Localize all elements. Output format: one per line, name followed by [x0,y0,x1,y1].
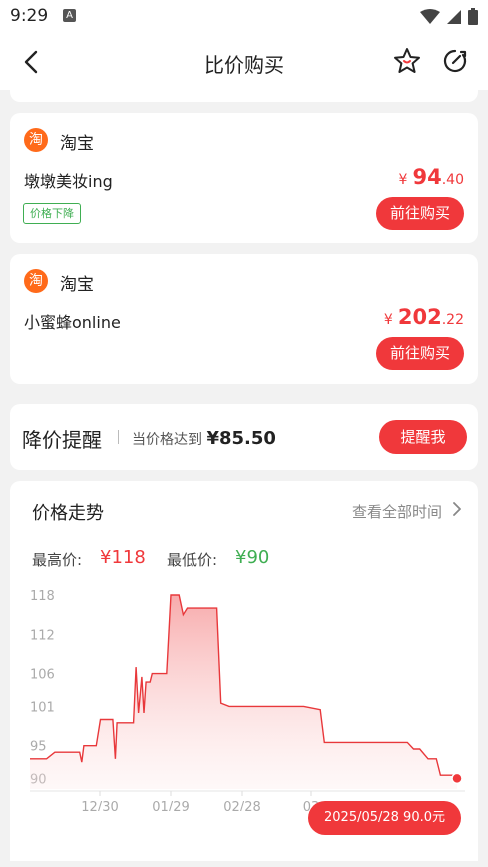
divider [118,430,119,444]
price-trend-chart[interactable]: 1181121061019590 12/3001/2902/2803 [10,571,478,811]
x-tick-label: 02/28 [223,800,260,811]
taobao-logo-icon: 淘 [24,128,48,152]
y-tick-label: 101 [30,700,55,715]
price-decimal: .22 [441,312,464,328]
seller-name: 墩墩美妆ing [24,172,113,191]
seller-name: 小蜜蜂online [24,313,121,332]
offer-price: ¥ 202.22 [384,305,464,329]
battery-icon [468,8,478,25]
chart-tooltip: 2025/05/28 90.0元 [308,801,462,835]
price-alert-target: ¥85.50 [206,428,276,449]
price-decimal: .40 [441,172,464,188]
offer-card: 淘 淘宝 小蜜蜂online ¥ 202.22 前往购买 [10,254,478,384]
y-tick-label: 95 [30,740,47,755]
favorite-star-icon[interactable] [392,46,422,76]
lowest-price-label: 最低价: [167,551,218,569]
price-alert-card: 降价提醒 当价格达到 ¥85.50 提醒我 [10,404,478,470]
price-integer: 94 [412,165,442,189]
price-currency: ¥ [383,312,393,328]
share-icon[interactable] [441,47,469,75]
go-buy-button[interactable]: 前往购买 [376,337,464,370]
remind-me-button[interactable]: 提醒我 [379,420,467,454]
chevron-right-icon[interactable] [450,500,464,518]
price-integer: 202 [397,305,442,329]
y-tick-label: 106 [30,668,55,683]
x-tick-label: 12/30 [81,800,118,811]
y-tick-label: 118 [30,589,55,604]
nav-bar: 比价购买 [0,34,488,90]
go-buy-button[interactable]: 前往购买 [376,197,464,230]
taobao-logo-icon: 淘 [24,269,48,293]
price-area [30,595,457,789]
shop-name: 淘宝 [60,275,94,295]
offer-card: 淘 淘宝 墩墩美妆ing ¥ 94.40 价格下降 前往购买 [10,113,478,243]
y-tick-label: 112 [30,628,55,643]
price-trend-card: 价格走势 查看全部时间 最高价: ¥118 最低价: ¥90 118 112 106… [10,481,478,861]
notification-icon: A [63,9,76,22]
highest-price-label: 最高价: [32,551,83,569]
wifi-icon [420,8,440,24]
highest-price-value: ¥118 [100,547,146,568]
signal-icon [447,9,461,24]
status-time: 9:29 [10,6,49,26]
shop-name: 淘宝 [60,134,94,154]
status-bar: 9:29 A [0,0,488,34]
price-drop-badge: 价格下降 [23,203,81,224]
price-alert-title: 降价提醒 [22,428,102,452]
latest-price-point[interactable] [451,772,463,785]
view-all-time-link[interactable]: 查看全部时间 [352,501,442,522]
lowest-price-value: ¥90 [235,547,270,568]
previous-card-edge [10,90,478,102]
price-trend-title: 价格走势 [32,503,104,524]
price-alert-text: 当价格达到 ¥85.50 [132,428,276,449]
status-icons [420,8,478,25]
offer-price: ¥ 94.40 [398,165,464,189]
price-alert-label: 当价格达到 [132,432,202,448]
price-currency: ¥ [398,172,408,188]
x-tick-label: 01/29 [152,800,189,811]
